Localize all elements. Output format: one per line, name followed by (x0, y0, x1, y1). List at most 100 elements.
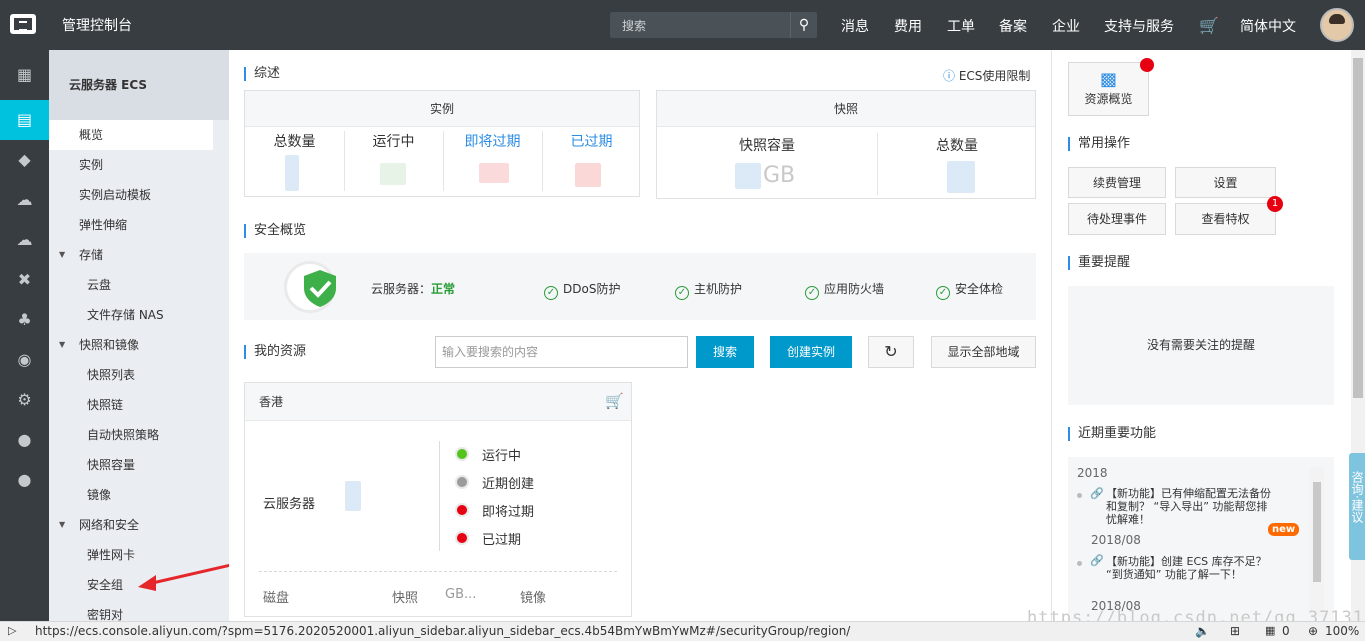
search-icon[interactable]: ⚲ (790, 12, 817, 38)
bottom-snapshot[interactable]: 快照 (392, 587, 418, 606)
bottom-image[interactable]: 镜像 (520, 587, 546, 606)
sidebar-item-cloud-disk[interactable]: 云盘 (49, 270, 213, 300)
globe-icon[interactable]: ◉ (0, 340, 49, 380)
console-title[interactable]: 管理控制台 (62, 15, 132, 35)
speaker-icon[interactable]: 🔈 (1195, 624, 1210, 638)
top-navbar: 管理控制台 搜索 ⚲ 消息 费用 工单 备案 企业 支持与服务 🛒 简体中文 (0, 0, 1365, 50)
cart-icon[interactable]: 🛒 (1199, 16, 1219, 35)
cross-icon[interactable]: ✖ (0, 260, 49, 300)
global-search-input[interactable]: 搜索 ⚲ (610, 12, 817, 38)
circle-icon[interactable]: ● (0, 420, 49, 460)
page-scroll-thumb[interactable] (1353, 58, 1363, 398)
sidebar-group-network-security[interactable]: 网络和安全 (49, 510, 213, 540)
link-icon: 🔗 (1090, 554, 1104, 567)
bottom-snapshot-gb: GB... (445, 587, 477, 602)
status-running[interactable]: 运行中 (482, 445, 521, 464)
play-icon: ▷ (8, 624, 17, 637)
download-icon[interactable]: ⊞ (1230, 624, 1240, 638)
zoom-level[interactable]: 100% (1325, 624, 1359, 638)
check-health[interactable]: ✓ 安全体检 (936, 280, 1003, 300)
region-card: 香港 🛒 云服务器 运行中 近期创建 即将过期 已过期 磁盘 快照 GB... … (244, 382, 632, 617)
browser-status-bar: ▷ https://ecs.console.aliyun.com/?spm=51… (0, 621, 1365, 641)
server-label: 云服务器： (371, 282, 432, 296)
news-scrollbar[interactable] (1310, 467, 1324, 617)
sidebar-group-snapshots[interactable]: 快照和镜像 (49, 330, 213, 360)
ecs-limit-link-text[interactable]: ECS使用限制 (959, 69, 1031, 83)
resource-overview-button[interactable]: ▩ 资源概览 (1068, 62, 1149, 116)
feedback-tab[interactable]: 咨询·建议 (1349, 453, 1365, 560)
grid-icon[interactable]: ▦ (0, 55, 49, 95)
check-host[interactable]: ✓ 主机防护 (675, 280, 742, 300)
divider (877, 133, 878, 195)
news-scroll-thumb[interactable] (1313, 482, 1321, 582)
block-icon[interactable]: ▦ (1265, 624, 1275, 637)
nav-language[interactable]: 简体中文 (1240, 16, 1296, 36)
sidebar-item-auto-scaling[interactable]: 弹性伸缩 (49, 210, 213, 240)
security-shield-icon (304, 270, 336, 307)
news-date-1: 2018/08 (1091, 533, 1141, 547)
sidebar-item-auto-snapshot-policy[interactable]: 自动快照策略 (49, 420, 213, 450)
sidebar-item-images[interactable]: 镜像 (49, 480, 213, 510)
shield-icon[interactable]: ◆ (0, 140, 49, 180)
help-icon: ⓘ (943, 69, 956, 83)
server-icon[interactable]: ▤ (0, 100, 49, 140)
pending-events-button[interactable]: 待处理事件 (1068, 203, 1166, 235)
sidebar-item-snapshot-capacity[interactable]: 快照容量 (49, 450, 213, 480)
ecs-limit-link[interactable]: ⓘ ECS使用限制 (943, 67, 1030, 84)
region-service-name[interactable]: 云服务器 (263, 493, 315, 512)
cart-icon[interactable]: 🛒 (605, 392, 624, 410)
check-ddos-label: DDoS防护 (563, 282, 621, 296)
sidebar-item-launch-templates[interactable]: 实例启动模板 (49, 180, 213, 210)
cloud-icon[interactable]: ☁ (0, 180, 49, 220)
zoom-icon[interactable]: ⊕ (1308, 624, 1318, 638)
status-expired[interactable]: 已过期 (482, 529, 521, 548)
instance-panel: 实例 总数量 运行中 即将过期 已过期 (244, 90, 640, 197)
nav-billing[interactable]: 费用 (894, 16, 922, 36)
circle-icon-2[interactable]: ● (0, 460, 49, 500)
feedback-label: 咨询·建议 (1350, 471, 1364, 523)
sidebar-item-snapshot-list[interactable]: 快照列表 (49, 360, 213, 390)
search-placeholder: 搜索 (622, 19, 647, 33)
news-item-2[interactable]: 【新功能】创建 ECS 库存不足？ “到货通知” 功能了解一下！ (1106, 555, 1278, 581)
view-privileges-button[interactable]: 查看特权 (1175, 203, 1276, 235)
divider (443, 131, 444, 191)
sidebar-group-storage[interactable]: 存储 (49, 240, 213, 270)
settings-icon[interactable]: ⚙ (0, 380, 49, 420)
cloud-upload-icon[interactable]: ☁ (0, 220, 49, 260)
refresh-icon[interactable]: ↻ (868, 336, 914, 368)
news-item-1[interactable]: 【新功能】已有伸缩配置无法备份和复制？ “导入导出” 功能帮您排忧解难！ (1106, 487, 1278, 526)
divider (542, 131, 543, 191)
stat-running-value (380, 163, 406, 185)
avatar[interactable] (1320, 8, 1354, 42)
nav-tickets[interactable]: 工单 (947, 16, 975, 36)
aliyun-logo-icon[interactable] (10, 14, 36, 34)
sidebar-item-overview[interactable]: 概览 (49, 120, 213, 150)
status-expired-dot (455, 531, 469, 545)
search-button[interactable]: 搜索 (696, 336, 754, 368)
create-instance-button[interactable]: 创建实例 (770, 336, 852, 368)
nav-icp[interactable]: 备案 (999, 16, 1027, 36)
settings-button[interactable]: 设置 (1175, 167, 1276, 198)
nav-support[interactable]: 支持与服务 (1104, 16, 1174, 36)
status-expiring[interactable]: 即将过期 (482, 501, 534, 520)
sidebar-item-instances[interactable]: 实例 (49, 150, 213, 180)
stat-expiring[interactable]: 即将过期 (443, 131, 542, 151)
nav-enterprise[interactable]: 企业 (1052, 16, 1080, 36)
resource-search-input[interactable]: 输入要搜索的内容 (435, 336, 688, 368)
stat-running: 运行中 (372, 134, 415, 150)
security-title: 安全概览 (244, 224, 306, 238)
show-all-regions-button[interactable]: 显示全部地域 (931, 336, 1036, 368)
sidebar-item-nas[interactable]: 文件存储 NAS (49, 300, 213, 330)
status-recent-dot (455, 475, 469, 489)
server-security-status: 云服务器：正常 (371, 280, 455, 297)
stat-expired[interactable]: 已过期 (542, 131, 641, 151)
nodes-icon[interactable]: ♣ (0, 300, 49, 340)
check-ddos[interactable]: ✓ DDoS防护 (544, 280, 620, 300)
product-icon-bar: ▦ ▤ ◆ ☁ ☁ ✖ ♣ ◉ ⚙ ● ● (0, 50, 49, 621)
bottom-disk[interactable]: 磁盘 (263, 587, 289, 606)
renewal-button[interactable]: 续费管理 (1068, 167, 1166, 198)
nav-messages[interactable]: 消息 (841, 16, 869, 36)
status-recent[interactable]: 近期创建 (482, 473, 534, 492)
sidebar-item-snapshot-chain[interactable]: 快照链 (49, 390, 213, 420)
check-waf[interactable]: ✓ 应用防火墙 (805, 280, 884, 300)
